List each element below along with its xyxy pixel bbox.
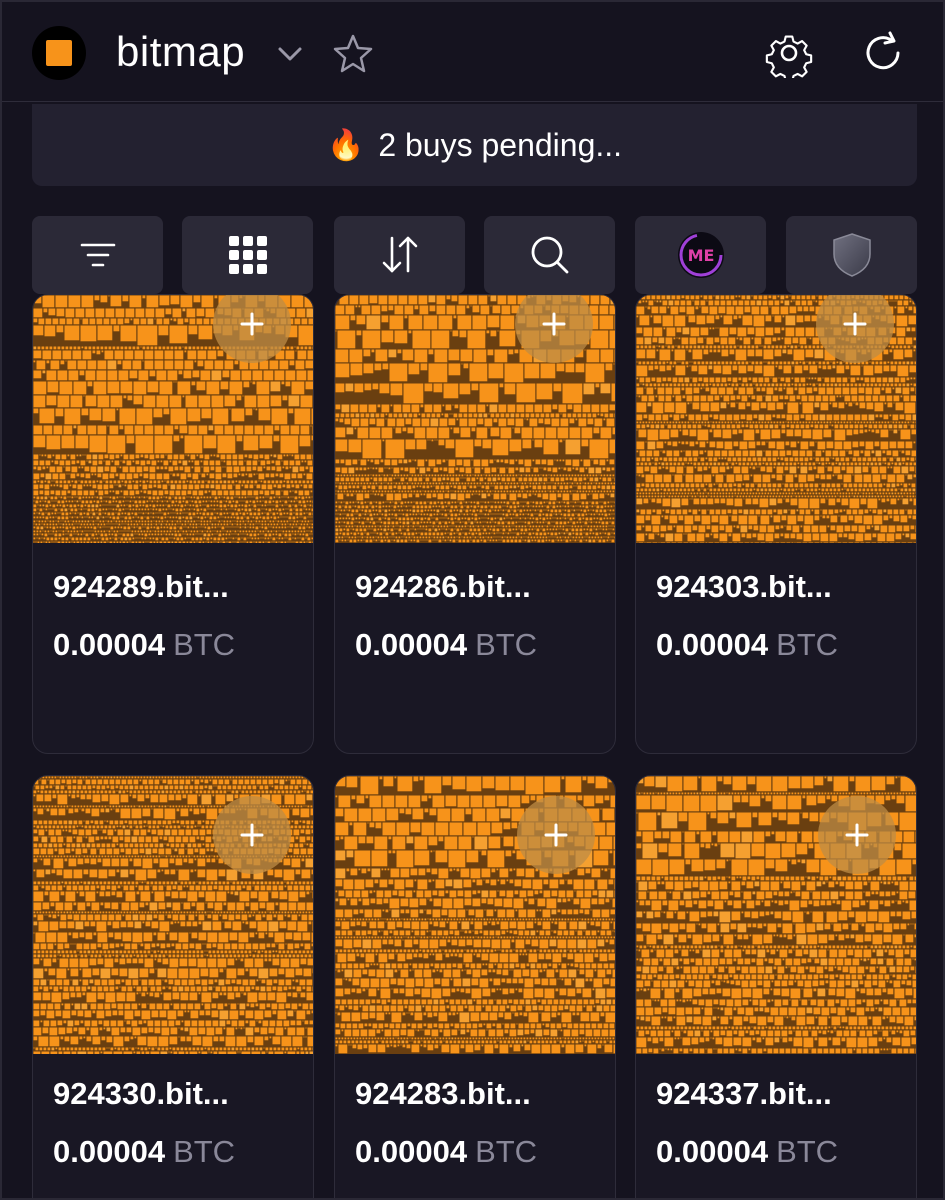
price-unit: BTC [173,627,236,662]
chevron-down-icon[interactable] [274,38,306,70]
magic-eden-button[interactable]: ME [635,216,766,294]
sort-button[interactable] [334,216,465,294]
listing-price: 0.00004 BTC [656,627,838,663]
listing-name: 924330.bit... [53,1076,229,1111]
add-to-cart-button[interactable] [517,796,595,874]
listing-card[interactable]: 924303.bit... 0.00004 BTC [635,294,917,754]
listing-card[interactable]: 924286.bit... 0.00004 BTC [334,294,616,754]
plus-icon [843,312,867,336]
listing-card[interactable]: 924283.bit... 0.00004 BTC [334,775,616,1198]
listing-name: 924283.bit... [355,1076,531,1111]
search-button[interactable] [484,216,615,294]
bitmap-logo-icon [46,40,72,66]
search-icon [531,236,568,274]
app-frame: bitmap 🔥 2 buys pending... ME 924289.bit… [0,0,945,1200]
gear-icon[interactable] [764,28,814,78]
price-unit: BTC [475,1134,538,1169]
grid-icon [228,236,267,274]
header: bitmap [2,2,943,102]
add-to-cart-button[interactable] [818,796,896,874]
shield-icon [832,233,871,277]
price-unit: BTC [776,1134,839,1169]
filter-icon [80,243,115,267]
price-unit: BTC [776,627,839,662]
price-value: 0.00004 [656,1134,769,1169]
plus-icon [845,823,869,847]
collection-logo [32,26,86,80]
listing-name: 924286.bit... [355,569,531,604]
listing-price: 0.00004 BTC [53,1134,235,1170]
magic-eden-icon: ME [677,232,724,278]
plus-icon [542,312,566,336]
price-unit: BTC [173,1134,236,1169]
listing-price: 0.00004 BTC [355,627,537,663]
grid-view-button[interactable] [182,216,313,294]
price-value: 0.00004 [53,627,166,662]
listing-name: 924337.bit... [656,1076,832,1111]
listing-grid: 924289.bit... 0.00004 BTC 924286.bit... 0… [32,294,917,1198]
price-value: 0.00004 [53,1134,166,1169]
toolbar: ME [32,216,917,294]
pending-buys-text: 2 buys pending... [378,126,623,163]
plus-icon [240,312,264,336]
svg-text:ME: ME [687,246,714,265]
add-to-cart-button[interactable] [213,796,291,874]
listing-card[interactable]: 924337.bit... 0.00004 BTC [635,775,917,1198]
listing-price: 0.00004 BTC [53,627,235,663]
listing-price: 0.00004 BTC [355,1134,537,1170]
shield-button[interactable] [786,216,917,294]
listing-name: 924289.bit... [53,569,229,604]
price-value: 0.00004 [355,1134,468,1169]
fire-icon: 🔥 [326,128,365,162]
refresh-icon[interactable] [858,28,908,78]
listing-card[interactable]: 924330.bit... 0.00004 BTC [32,775,314,1198]
plus-icon [544,823,568,847]
pending-buys-banner: 🔥 2 buys pending... [32,104,917,186]
listing-card[interactable]: 924289.bit... 0.00004 BTC [32,294,314,754]
filter-button[interactable] [32,216,163,294]
collection-title[interactable]: bitmap [116,28,245,76]
listing-name: 924303.bit... [656,569,832,604]
star-icon[interactable] [332,32,374,74]
sort-arrows-icon [382,236,417,273]
price-value: 0.00004 [355,627,468,662]
listing-price: 0.00004 BTC [656,1134,838,1170]
price-unit: BTC [475,627,538,662]
price-value: 0.00004 [656,627,769,662]
plus-icon [240,823,264,847]
